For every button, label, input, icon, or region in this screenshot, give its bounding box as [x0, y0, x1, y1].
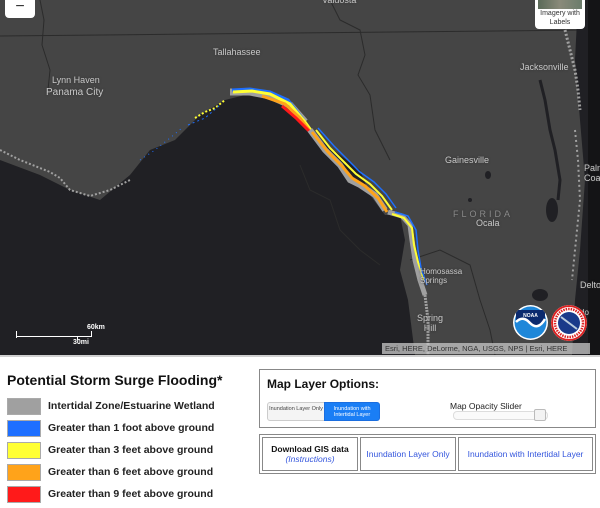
legend-swatch-gt9	[7, 485, 41, 503]
instructions-link[interactable]: (Instructions)	[285, 454, 334, 464]
legend-title: Potential Storm Surge Flooding*	[7, 372, 223, 388]
download-gis-title: Download GIS data	[271, 444, 349, 454]
st-johns-river	[538, 79, 562, 201]
legend-label: Greater than 1 foot above ground	[48, 422, 215, 434]
lake	[546, 198, 558, 222]
legend-item: Greater than 3 feet above ground	[7, 439, 252, 461]
legend: Potential Storm Surge Flooding* Intertid…	[7, 372, 252, 505]
noaa-logo-icon: NOAA	[514, 306, 547, 339]
city-label-palm-coast: Palm Coast	[584, 163, 600, 183]
state-border	[0, 29, 591, 37]
legend-item: Intertidal Zone/Estuarine Wetland	[7, 395, 252, 417]
imagery-thumbnail	[538, 0, 582, 9]
city-label-spring-hill: Spring Hill	[416, 313, 443, 333]
legend-swatch-intertidal	[7, 397, 41, 415]
lake	[532, 289, 548, 301]
map-divider	[0, 355, 600, 357]
county-line	[409, 249, 496, 355]
legend-item: Greater than 9 feet above ground	[7, 483, 252, 505]
map-view[interactable]: − Imagery with Labels Valdosta Tallahass…	[0, 0, 600, 355]
legend-label: Greater than 3 feet above ground	[48, 444, 214, 456]
city-label-deltona: Delto	[580, 280, 600, 290]
county-line	[329, 0, 391, 161]
download-table: Download GIS data (Instructions) Inundat…	[259, 434, 596, 474]
scale-km-label: 60km	[87, 324, 105, 331]
nws-logo-icon	[551, 305, 587, 341]
city-label-jacksonville: Jacksonville	[520, 62, 569, 72]
download-inundation-only-link[interactable]: Inundation Layer Only	[360, 437, 456, 471]
download-inundation-intertidal-link[interactable]: Inundation with Intertidal Layer	[458, 437, 593, 471]
basemap	[0, 0, 591, 355]
legend-swatch-gt1	[7, 419, 41, 437]
scale-bar: 60km 30mi	[16, 324, 105, 346]
toggle-inundation-with-intertidal[interactable]: Inundation with Intertidal Layer	[324, 402, 380, 421]
opacity-slider-thumb[interactable]	[533, 409, 546, 421]
opacity-slider-label: Map Opacity Slider	[450, 401, 522, 411]
city-label-tallahassee: Tallahassee	[213, 47, 261, 57]
legend-swatch-gt3	[7, 441, 41, 459]
city-label-lynn-haven: Lynn Haven	[52, 75, 100, 85]
map-attribution: Esri, HERE, DeLorme, NGA, USGS, NPS | Es…	[382, 343, 590, 354]
basemap-toggle-button[interactable]: Imagery with Labels	[535, 0, 585, 29]
basemap-toggle-label: Imagery with Labels	[540, 10, 580, 26]
legend-label: Greater than 9 feet above ground	[48, 488, 214, 500]
city-label-gainesville: Gainesville	[445, 155, 490, 165]
city-label-panama-city: Panama City	[46, 87, 104, 98]
toggle-inundation-layer-only[interactable]: Inundation Layer Only	[267, 402, 325, 421]
noaa-logo[interactable]: NOAA	[513, 305, 548, 340]
map-layer-options-panel: Map Layer Options: Inundation Layer Only…	[259, 369, 596, 428]
legend-item: Greater than 1 foot above ground	[7, 417, 252, 439]
city-label-homosassa-springs: Homosassa Springs	[420, 267, 463, 285]
river-line	[39, 0, 51, 91]
lake	[485, 171, 491, 179]
nws-logo[interactable]	[551, 305, 587, 341]
city-label-ocala: Ocala	[476, 218, 500, 228]
scale-mi-label: 30mi	[73, 339, 89, 346]
legend-swatch-gt6	[7, 463, 41, 481]
city-label-valdosta: Valdosta	[322, 0, 357, 5]
gulf-water	[0, 95, 415, 355]
zoom-out-button[interactable]: −	[5, 0, 35, 18]
legend-label: Intertidal Zone/Estuarine Wetland	[48, 400, 215, 412]
legend-label: Greater than 6 feet above ground	[48, 466, 214, 478]
layer-options-title: Map Layer Options:	[267, 377, 380, 391]
legend-item: Greater than 6 feet above ground	[7, 461, 252, 483]
lake	[468, 198, 472, 202]
svg-text:NOAA: NOAA	[523, 313, 538, 319]
download-gis-cell: Download GIS data (Instructions)	[262, 437, 358, 471]
